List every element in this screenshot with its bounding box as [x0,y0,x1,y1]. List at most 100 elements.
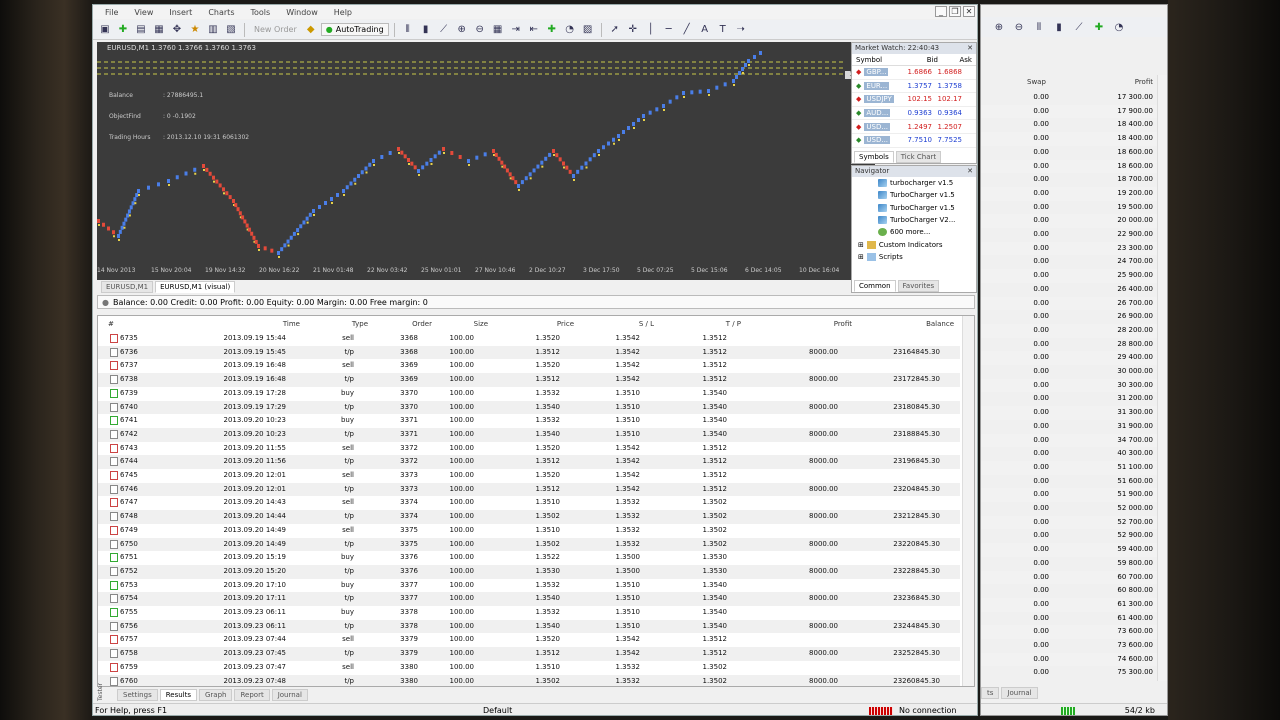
table-row[interactable]: 0.00 19 500.00 [981,201,1159,215]
col-header[interactable]: S / L [639,320,654,328]
data-window-icon[interactable]: ✥ [169,22,185,38]
table-row[interactable]: 0.00 22 900.00 [981,228,1159,242]
tab-journal[interactable]: Journal [1001,687,1038,699]
table-row[interactable]: 0.00 60 800.00 [981,584,1159,598]
table-row[interactable]: 6739 2013.09.19 17:28 buy 3370 100.00 1.3532 1… [98,387,960,401]
table-row[interactable]: 6751 2013.09.20 15:19 buy 3376 100.00 1.3522 1… [98,551,960,565]
table-row[interactable]: 0.00 18 700.00 [981,173,1159,187]
table-row[interactable]: 6755 2013.09.23 06:11 buy 3378 100.00 1.3532 1… [98,606,960,620]
table-row[interactable]: 0.00 18 400.00 [981,118,1159,132]
table-row[interactable]: 0.00 59 800.00 [981,557,1159,571]
col-swap[interactable]: Swap [1027,78,1046,86]
terminal-icon[interactable]: ▥ [205,22,221,38]
cursor-icon[interactable]: ➚ [607,22,623,38]
table-row[interactable]: 0.00 20 000.00 [981,214,1159,228]
tab-results[interactable]: Results [159,689,197,701]
table-row[interactable]: 0.00 26 400.00 [981,283,1159,297]
market-watch-row[interactable]: ◆ EUR... 1.3757 1.3758 [852,80,976,94]
add-icon[interactable]: ✚ [115,22,131,38]
table-row[interactable]: 6735 2013.09.19 15:44 sell 3368 100.00 1.3520… [98,332,960,346]
table-row[interactable]: 0.00 61 400.00 [981,612,1159,626]
profiles-icon[interactable]: ▤ [133,22,149,38]
indicators-icon[interactable]: ✚ [1091,19,1107,35]
vertical-line-icon[interactable]: │ [643,22,659,38]
menu-window[interactable]: Window [278,8,326,17]
nav-folder-custom-indicators[interactable]: ⊞ Custom Indicators [858,238,976,250]
table-row[interactable]: 0.00 52 700.00 [981,515,1159,530]
table-row[interactable]: 6745 2013.09.20 12:01 sell 3373 100.00 1.3520… [98,469,960,483]
tab-report[interactable]: Report [234,689,270,701]
table-row[interactable]: 0.00 30 000.00 [981,365,1159,379]
periods-icon[interactable]: ◔ [1111,19,1127,35]
expand-icon[interactable]: ⊞ [858,253,864,261]
table-row[interactable]: 6758 2013.09.23 07:45 t/p 3379 100.00 1.3512 1… [98,647,960,661]
mw-col-symbol[interactable]: Symbol [852,56,904,64]
table-row[interactable]: 6747 2013.09.20 14:43 sell 3374 100.00 1.3510… [98,496,960,510]
table-row[interactable]: 0.00 31 200.00 [981,392,1159,406]
horizontal-line-icon[interactable]: ─ [661,22,677,38]
autoscroll-icon[interactable]: ⇥ [508,22,524,38]
chart-tab-eurusd-visual[interactable]: EURUSD,M1 (visual) [155,281,236,293]
candlestick-icon[interactable]: ▮ [1051,19,1067,35]
col-header[interactable]: Price [557,320,574,328]
price-chart[interactable]: EURUSD,M1 1.3760 1.3766 1.3760 1.3763 Ba… [97,42,849,280]
table-row[interactable]: 6742 2013.09.20 10:23 t/p 3371 100.00 1.3540 1… [98,427,960,442]
nav-item-indicator[interactable]: TurboCharger V2... [878,214,976,226]
bar-chart-icon[interactable]: ⫴ [1031,19,1047,35]
table-row[interactable]: 6760 2013.09.23 07:48 t/p 3380 100.00 1.3502 1… [98,674,960,686]
indicators-icon[interactable]: ✚ [544,22,560,38]
market-watch-row[interactable]: ◆ AUD... 0.9363 0.9364 [852,107,976,121]
nav-item-more[interactable]: 600 more... [878,226,976,238]
menu-file[interactable]: File [97,8,126,17]
table-row[interactable]: 0.00 17 300.00 [981,91,1159,105]
line-chart-icon[interactable]: ⟋ [1071,19,1087,35]
market-watch-icon[interactable]: ▦ [151,22,167,38]
table-row[interactable]: 0.00 61 300.00 [981,597,1159,612]
table-row[interactable]: 0.00 17 900.00 [981,104,1159,119]
table-row[interactable]: 0.00 52 000.00 [981,502,1159,516]
tab-favorites[interactable]: Favorites [897,280,940,292]
table-row[interactable]: 6738 2013.09.19 16:48 t/p 3369 100.00 1.3512 1… [98,373,960,387]
table-row[interactable]: 6740 2013.09.19 17:29 t/p 3370 100.00 1.3540 1… [98,400,960,415]
tab-symbols[interactable]: Symbols [854,151,894,163]
table-row[interactable]: 6759 2013.09.23 07:47 sell 3380 100.00 1.3510… [98,661,960,675]
table-row[interactable]: 0.00 19 200.00 [981,186,1159,201]
table-row[interactable]: 6757 2013.09.23 07:44 sell 3379 100.00 1.3520… [98,633,960,647]
crosshair-icon[interactable]: ✛ [625,22,641,38]
table-row[interactable]: 0.00 73 600.00 [981,639,1159,653]
table-row[interactable]: 0.00 26 900.00 [981,310,1159,324]
tab-graph[interactable]: Graph [199,689,233,701]
table-row[interactable]: 0.00 74 600.00 [981,652,1159,667]
table-row[interactable]: 0.00 73 600.00 [981,625,1159,639]
nav-folder-scripts[interactable]: ⊞ Scripts [858,251,976,263]
arrow-icon[interactable]: ➝ [733,22,749,38]
table-scrollbar[interactable] [962,316,974,686]
periods-icon[interactable]: ◔ [562,22,578,38]
menu-tools[interactable]: Tools [242,8,278,17]
zoom-in-icon[interactable]: ⊕ [991,19,1007,35]
table-row[interactable]: 0.00 18 400.00 [981,132,1159,146]
market-watch-row[interactable]: ◆ USDJPY 102.15 102.17 [852,93,976,107]
table-row[interactable]: 6743 2013.09.20 11:55 sell 3372 100.00 1.3520… [98,442,960,456]
table-row[interactable]: 0.00 30 300.00 [981,378,1159,393]
close-icon[interactable]: ✕ [967,43,973,54]
table-row[interactable]: 0.00 18 600.00 [981,146,1159,160]
table-row[interactable]: 0.00 34 700.00 [981,433,1159,448]
new-chart-icon[interactable]: ▣ [97,22,113,38]
table-row[interactable]: 6756 2013.09.23 06:11 t/p 3378 100.00 1.3540 1… [98,619,960,634]
tab-settings[interactable]: Settings [117,689,158,701]
navigator-icon[interactable]: ★ [187,22,203,38]
tab-journal[interactable]: Journal [271,689,308,701]
new-order-button[interactable]: New Order [250,25,301,34]
zoom-out-icon[interactable]: ⊖ [472,22,488,38]
col-header[interactable]: Size [474,320,488,328]
menu-charts[interactable]: Charts [200,8,242,17]
col-header[interactable]: Balance [926,320,954,328]
table-row[interactable]: 0.00 29 400.00 [981,351,1159,365]
table-row[interactable]: 6753 2013.09.20 17:10 buy 3377 100.00 1.3532 1… [98,579,960,593]
tab-tick-chart[interactable]: Tick Chart [895,151,942,163]
table-row[interactable]: 0.00 52 900.00 [981,529,1159,543]
market-watch-row[interactable]: ◆ GBP... 1.6866 1.6868 [852,66,976,80]
table-row[interactable]: 6736 2013.09.19 15:45 t/p 3368 100.00 1.3512 1… [98,345,960,360]
menu-view[interactable]: View [126,8,161,17]
